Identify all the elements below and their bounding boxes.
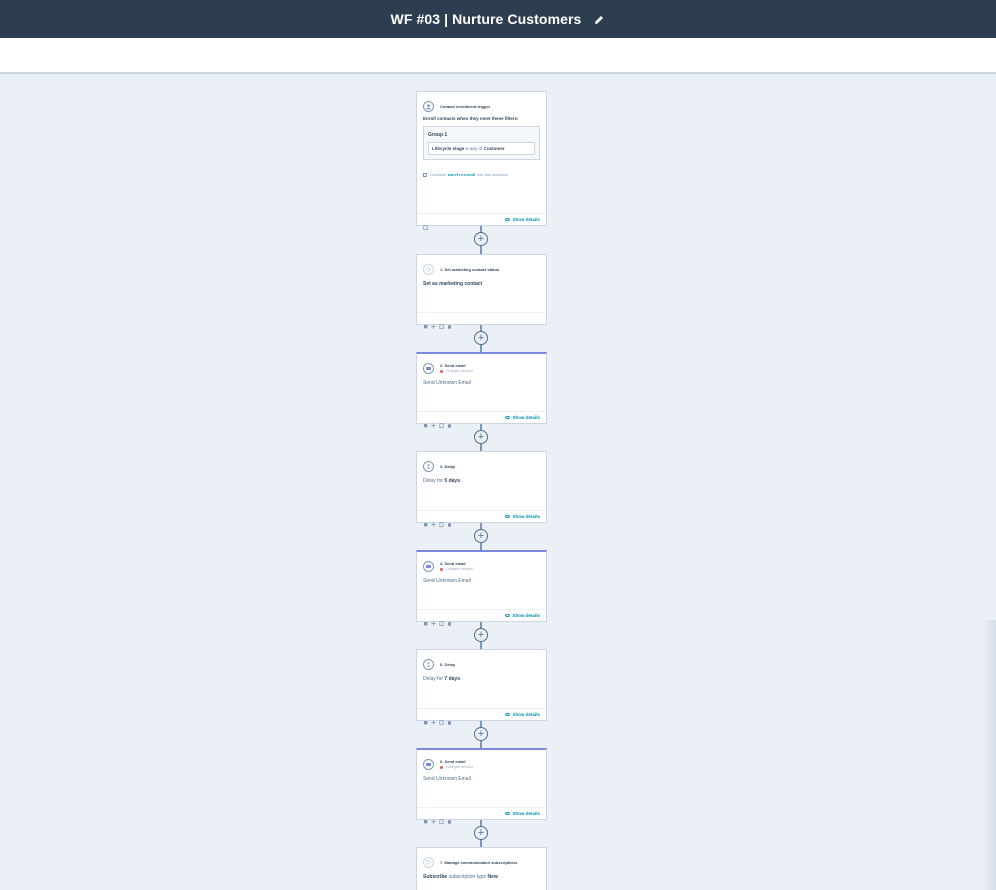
step-title: 4. Send email — [440, 561, 466, 566]
show-details-link[interactable]: Show details — [505, 415, 540, 420]
action-card-set-marketing-status[interactable]: 1. Set marketing contact status Set as m… — [416, 254, 547, 330]
changes-needed-badge: Changes needed — [440, 765, 473, 769]
reenroll-note[interactable]: Contacts won't re-enroll into this workf… — [417, 160, 546, 177]
copy-icon[interactable] — [423, 712, 428, 725]
show-details-link[interactable]: Show details — [505, 613, 540, 618]
action-card-send-email[interactable]: 6. Send email Changes needed Send Unknow… — [416, 748, 547, 825]
add-action-button[interactable]: + — [474, 727, 488, 741]
clipboard-icon[interactable] — [423, 217, 428, 231]
show-details-link[interactable]: Show details — [505, 217, 540, 222]
add-action-button[interactable]: + — [474, 628, 488, 642]
scroll-shadow — [982, 620, 996, 890]
email-icon — [423, 758, 434, 770]
step-body: Delay for 7 days. — [423, 676, 462, 682]
hourglass-icon — [423, 658, 434, 670]
step-title: 7. Manage communication subscriptions — [440, 859, 518, 865]
copy-icon[interactable] — [423, 415, 428, 428]
trigger-title: Contact enrollment trigger — [440, 103, 491, 109]
trash-icon[interactable] — [447, 316, 452, 329]
copy-icon[interactable] — [423, 613, 428, 626]
step-body: Send Unknown Email — [423, 578, 471, 584]
step-body: Delay for 5 days. — [423, 478, 462, 484]
reenroll-suffix: into this workflow. — [477, 172, 509, 177]
clipboard-icon[interactable] — [439, 514, 444, 528]
show-details-link[interactable]: Show details — [505, 811, 540, 816]
step-body: Subscribe subscription type New — [423, 874, 498, 880]
step-body: Send Unknown Email — [423, 776, 471, 782]
move-icon[interactable] — [431, 316, 436, 329]
email-icon — [423, 560, 434, 572]
changes-needed-badge: Changes needed — [440, 369, 473, 373]
add-action-button[interactable]: + — [474, 826, 488, 840]
step-title: 6. Send email — [440, 759, 466, 764]
eye-icon — [505, 713, 511, 716]
reenroll-icon — [423, 172, 427, 177]
step-title: 3. Delay — [440, 463, 456, 469]
action-card-manage-subscriptions[interactable]: 7. Manage communication subscriptions Su… — [416, 847, 547, 890]
trash-icon[interactable] — [447, 514, 452, 527]
show-details-link[interactable]: Show details — [505, 514, 540, 519]
changes-needed-badge: Changes needed — [440, 567, 473, 571]
filter-row[interactable]: Lifecycle stage is any of Customer — [428, 142, 535, 155]
copy-icon[interactable] — [423, 514, 428, 527]
filter-value: Customer — [483, 146, 505, 151]
copy-icon[interactable] — [423, 811, 428, 824]
clipboard-icon[interactable] — [439, 613, 444, 627]
filter-operator: is any of — [465, 146, 483, 151]
move-icon[interactable] — [431, 811, 436, 824]
toolbar-strip — [0, 38, 996, 74]
action-card-delay[interactable]: 5. Delay Delay for 7 days. Show details — [416, 649, 547, 726]
eye-icon — [505, 812, 511, 815]
clipboard-icon[interactable] — [439, 316, 444, 330]
step-title: 2. Send email — [440, 363, 466, 368]
step-title: 1. Set marketing contact status — [440, 266, 500, 272]
move-icon[interactable] — [431, 613, 436, 626]
eye-icon — [505, 416, 511, 419]
clipboard-icon[interactable] — [439, 712, 444, 726]
top-bar: WF #03 | Nurture Customers — [0, 0, 996, 38]
trash-icon[interactable] — [447, 712, 452, 725]
clipboard-icon[interactable] — [439, 811, 444, 825]
trash-icon[interactable] — [447, 613, 452, 626]
filter-property: Lifecycle stage — [432, 146, 465, 151]
pencil-icon[interactable] — [593, 13, 605, 25]
contact-icon — [423, 100, 434, 112]
clipboard-icon[interactable] — [439, 415, 444, 429]
add-action-button[interactable]: + — [474, 331, 488, 345]
enrollment-trigger-card[interactable]: Contact enrollment trigger Enroll contac… — [416, 91, 547, 231]
action-card-delay[interactable]: 3. Delay Delay for 5 days. Show details — [416, 451, 547, 528]
workflow-title[interactable]: WF #03 | Nurture Customers — [391, 11, 582, 27]
gear-icon — [423, 263, 434, 275]
add-action-button[interactable]: + — [474, 430, 488, 444]
action-card-send-email[interactable]: 2. Send email Changes needed Send Unknow… — [416, 352, 547, 429]
hourglass-icon — [423, 460, 434, 472]
add-action-button[interactable]: + — [474, 529, 488, 543]
show-details-link[interactable]: Show details — [505, 712, 540, 717]
move-icon[interactable] — [431, 514, 436, 527]
step-body: Send Unknown Email — [423, 380, 471, 386]
eye-icon — [505, 218, 511, 221]
trash-icon[interactable] — [447, 811, 452, 824]
filter-group[interactable]: Group 1 Lifecycle stage is any of Custom… — [423, 126, 540, 160]
move-icon[interactable] — [431, 415, 436, 428]
eye-icon — [505, 515, 511, 518]
add-action-button[interactable]: + — [474, 232, 488, 246]
email-icon — [423, 362, 434, 374]
group-name: Group 1 — [428, 132, 448, 138]
step-title: 5. Delay — [440, 661, 456, 667]
step-body: Set as marketing contact — [423, 281, 483, 287]
trash-icon[interactable] — [447, 415, 452, 428]
subscription-icon — [423, 856, 434, 868]
reenroll-prefix: Contacts — [430, 172, 446, 177]
action-card-send-email[interactable]: 4. Send email Changes needed Send Unknow… — [416, 550, 547, 627]
move-icon[interactable] — [431, 712, 436, 725]
enroll-text: Enroll contacts when they meet these fil… — [423, 116, 519, 121]
reenroll-link[interactable]: won't re-enroll — [448, 172, 475, 177]
copy-icon[interactable] — [423, 316, 428, 329]
eye-icon — [505, 614, 511, 617]
